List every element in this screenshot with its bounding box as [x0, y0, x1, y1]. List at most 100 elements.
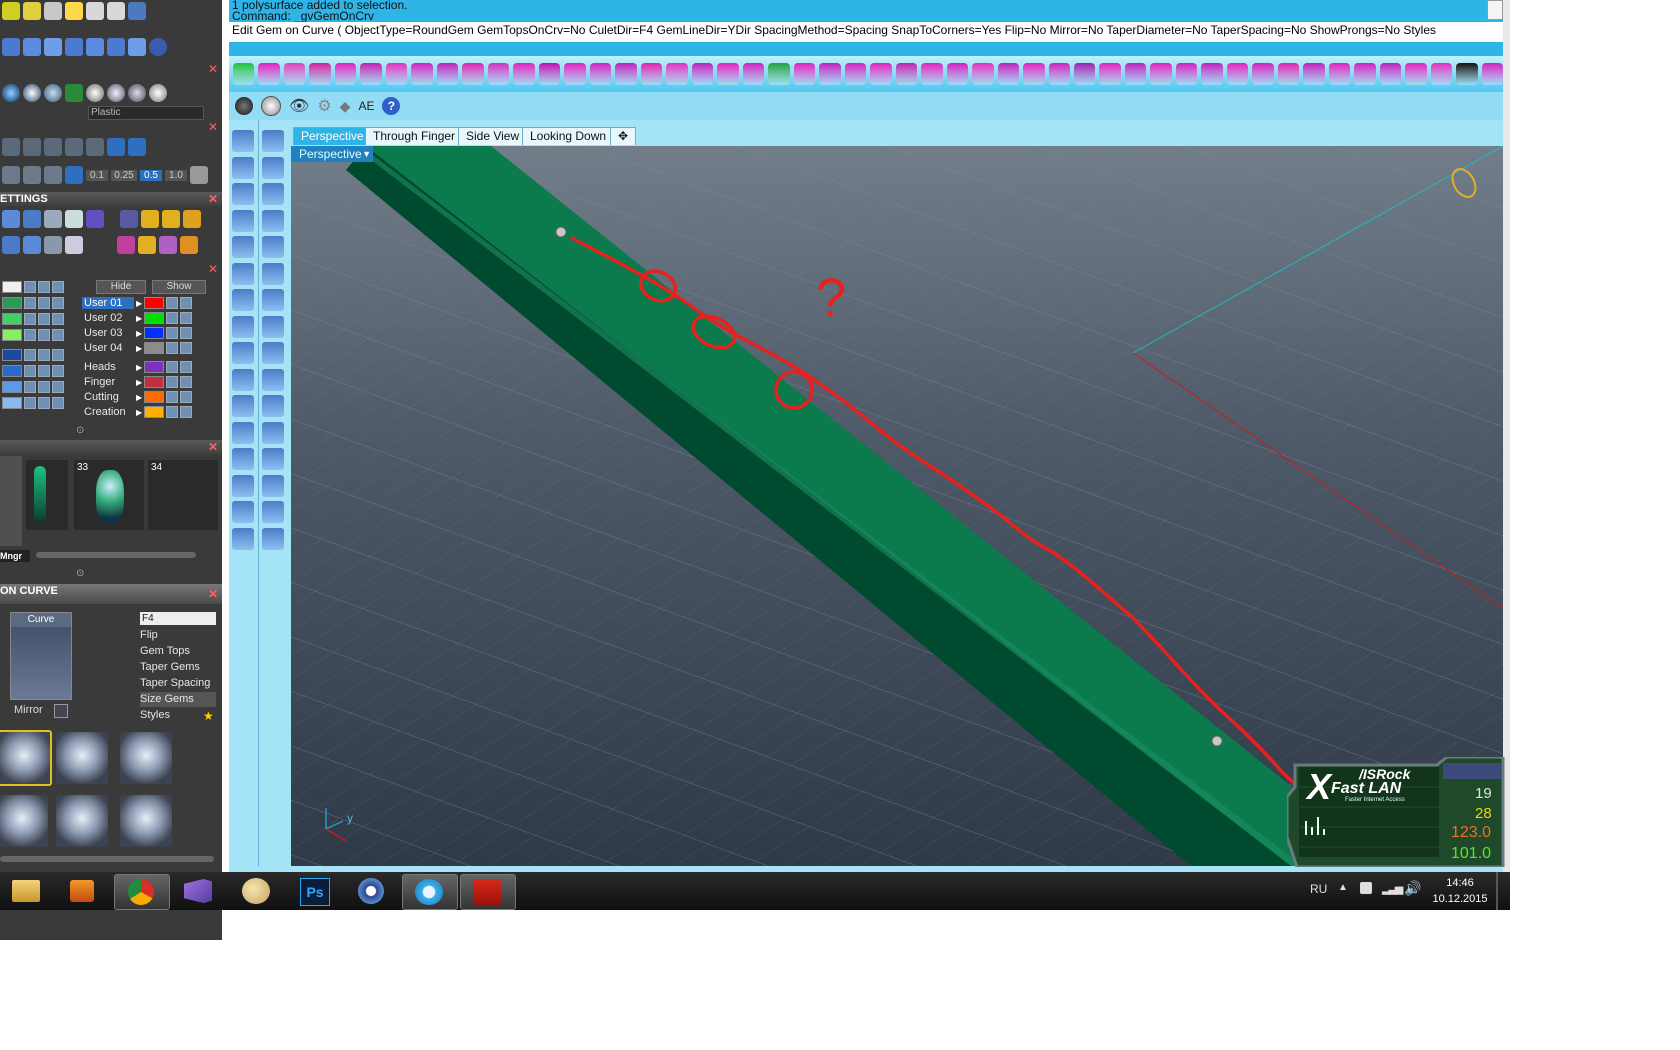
gem-tool-icon[interactable]	[487, 63, 510, 85]
arc-tool-icon[interactable]	[23, 2, 41, 20]
pipe-tool-icon[interactable]	[1023, 63, 1045, 85]
ellipse-tool-icon[interactable]	[232, 236, 254, 258]
scale-tool-icon[interactable]	[1099, 63, 1121, 85]
layer-row[interactable]: User 02 ▶	[82, 311, 193, 325]
chrome-sphere-icon[interactable]	[107, 84, 125, 102]
hide-button[interactable]: Hide	[96, 280, 146, 294]
collapse-chevron-icon[interactable]: ⊙	[76, 425, 84, 436]
split-icon[interactable]	[44, 236, 62, 254]
taskbar-acrobat-button[interactable]	[460, 874, 516, 910]
twist2-tool-icon[interactable]	[742, 63, 765, 85]
flag-tool-icon[interactable]	[564, 63, 586, 85]
lock-icon[interactable]	[166, 361, 179, 373]
light-icon[interactable]	[38, 349, 50, 361]
library-item-34[interactable]: 34	[148, 460, 218, 530]
layer-swatch[interactable]	[2, 397, 22, 409]
bezel-icon[interactable]	[138, 236, 156, 254]
expand-arrow-icon[interactable]: ▶	[136, 393, 142, 402]
cube-icon[interactable]	[2, 210, 20, 228]
tab-through-finger[interactable]: Through Finger	[365, 127, 464, 145]
diamond-tool-icon[interactable]	[1456, 63, 1478, 85]
line-tool-icon[interactable]	[262, 130, 284, 152]
eye-icon[interactable]	[52, 313, 64, 325]
eye-icon[interactable]	[180, 342, 193, 354]
shell-tool-icon[interactable]	[972, 63, 994, 85]
shank-tool-icon[interactable]	[1201, 63, 1223, 85]
texture-icon[interactable]	[65, 84, 83, 102]
document-icon[interactable]	[65, 236, 83, 254]
curve-start-point[interactable]	[555, 226, 567, 238]
taskbar-keyshot-button[interactable]	[346, 874, 400, 908]
taskbar-photoshop-button[interactable]: Ps	[288, 874, 342, 908]
join-tool-icon[interactable]	[232, 368, 254, 391]
gem-style-align-icon[interactable]	[0, 795, 48, 847]
close-icon[interactable]: ✕	[208, 120, 218, 134]
tray-expand-icon[interactable]: ▲	[1338, 882, 1348, 893]
lock-icon[interactable]	[24, 381, 36, 393]
help-icon[interactable]: ?	[382, 97, 401, 115]
taper-gems-toggle[interactable]: Taper Gems	[140, 660, 216, 675]
fork-tool-icon[interactable]	[1252, 63, 1274, 85]
layer-color-swatch[interactable]	[144, 312, 165, 324]
quad-snap-icon[interactable]	[86, 138, 104, 156]
layer-name[interactable]: Heads	[82, 361, 134, 373]
panel-toggle-icon[interactable]	[128, 2, 146, 20]
bevel-tool-icon[interactable]	[666, 63, 688, 85]
spring-tool-icon[interactable]	[65, 2, 83, 20]
loop-tool-icon[interactable]	[436, 63, 459, 85]
lock-icon[interactable]	[24, 397, 36, 409]
flower-tool-icon[interactable]	[1150, 63, 1172, 85]
gem-report-icon[interactable]	[183, 210, 201, 228]
gem-icon[interactable]: ◆	[340, 98, 351, 115]
light-icon[interactable]	[38, 381, 50, 393]
volume-icon[interactable]: 🔊	[1404, 880, 1421, 897]
grid-icon[interactable]	[190, 166, 208, 184]
asrock-fast-lan-widget[interactable]: X /ISRock Fast LAN Faster Internet Acces…	[1285, 755, 1505, 869]
rectangle-tool-icon[interactable]	[232, 183, 254, 205]
layer-row[interactable]: User 01 ▶	[82, 296, 193, 310]
ring-tool-icon[interactable]	[819, 63, 841, 85]
taskbar-vs-button[interactable]	[172, 874, 226, 908]
ortho-icon[interactable]	[2, 166, 20, 184]
eye-icon[interactable]	[180, 312, 193, 324]
scissors-tool-icon[interactable]	[1430, 63, 1453, 85]
fan-tool-icon[interactable]	[1124, 63, 1147, 85]
layer-color-swatch[interactable]	[144, 342, 165, 354]
clip-tool-icon[interactable]	[1328, 63, 1351, 85]
array-tool-icon[interactable]	[2, 38, 20, 56]
box-tool-icon[interactable]	[232, 289, 254, 311]
layer-swatch[interactable]	[2, 365, 22, 377]
loft-tool-icon[interactable]	[262, 262, 284, 285]
pave-icon[interactable]	[159, 236, 177, 254]
dropdown-arrow-icon[interactable]: ▼	[362, 146, 371, 162]
eye-icon[interactable]	[52, 281, 64, 293]
block-tool-icon[interactable]	[232, 501, 254, 523]
gumball-icon[interactable]	[65, 166, 83, 184]
grid-snap-icon[interactable]	[2, 138, 20, 156]
layer-name[interactable]: Creation	[82, 406, 134, 418]
fillet-tool-icon[interactable]	[262, 342, 284, 364]
lock-icon[interactable]	[24, 349, 36, 361]
box-tool-icon[interactable]	[86, 2, 104, 20]
taskbar-media-button[interactable]	[56, 874, 110, 908]
layer-name[interactable]: Finger	[82, 376, 134, 388]
clock-date[interactable]: 10.12.2015	[1430, 893, 1490, 905]
eye-icon[interactable]	[180, 361, 193, 373]
frame-tool-icon[interactable]	[717, 63, 739, 85]
perp-snap-icon[interactable]	[128, 138, 146, 156]
layer-name[interactable]: User 02	[82, 312, 134, 324]
helix-tool-icon[interactable]	[691, 63, 714, 85]
viewport-label-text[interactable]: Perspective	[291, 147, 362, 161]
snap-value-3[interactable]: 0.5	[140, 169, 162, 181]
lock-icon[interactable]	[166, 327, 179, 339]
eye-icon[interactable]	[180, 297, 193, 309]
house-tool-icon[interactable]	[334, 63, 357, 85]
ae-button[interactable]: AE	[358, 99, 374, 113]
gem-style-size-icon[interactable]	[56, 732, 108, 784]
spacing-slider[interactable]	[0, 856, 214, 862]
eye-icon[interactable]	[52, 349, 64, 361]
pen-tool-icon[interactable]	[411, 63, 433, 85]
layer-name[interactable]: User 03	[82, 327, 134, 339]
flip-toggle[interactable]: Flip	[140, 628, 216, 643]
eye-icon[interactable]	[52, 329, 64, 341]
